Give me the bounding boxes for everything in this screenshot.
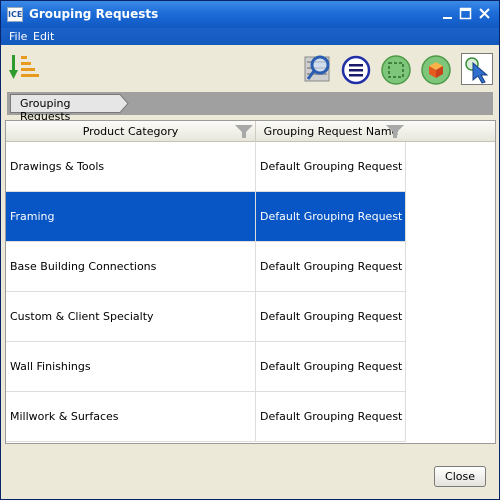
filter-icon[interactable] xyxy=(235,125,253,138)
minimize-icon[interactable] xyxy=(441,7,455,21)
cell-grouping-request-name: Default Grouping Request xyxy=(256,142,406,192)
close-button[interactable]: Close xyxy=(434,466,486,487)
cell-grouping-request-name: Default Grouping Request xyxy=(256,242,406,292)
cell-grouping-request-name: Default Grouping Request xyxy=(256,392,406,442)
pointer-select-icon[interactable] xyxy=(461,53,493,88)
close-icon[interactable] xyxy=(478,7,492,21)
cell-product-category: Framing xyxy=(6,192,256,242)
window-title: Grouping Requests xyxy=(29,7,159,21)
cell-product-category: Custom & Client Specialty xyxy=(6,292,256,342)
cell-product-category: Wall Finishings xyxy=(6,342,256,392)
table-row[interactable]: Millwork & Surfaces Default Grouping Requ… xyxy=(6,392,406,442)
cell-product-category: Drawings & Tools xyxy=(6,142,256,192)
app-icon: ICE xyxy=(7,7,23,22)
column-header-product-category[interactable]: Product Category xyxy=(6,121,256,142)
maximize-icon[interactable] xyxy=(459,7,473,21)
column-header-label: Grouping Request Name xyxy=(263,125,399,138)
table-header: Product Category Grouping Request Name xyxy=(6,121,495,142)
cell-product-category: Millwork & Surfaces xyxy=(6,392,256,442)
title-bar[interactable]: ICE Grouping Requests xyxy=(1,1,499,28)
menu-edit[interactable]: Edit xyxy=(33,30,54,43)
table-row[interactable]: Wall Finishings Default Grouping Request xyxy=(6,342,406,392)
table-row[interactable]: Custom & Client Specialty Default Groupin… xyxy=(6,292,406,342)
grouping-requests-window: ICE Grouping Requests File Edit Grouping… xyxy=(0,0,500,500)
toolbar xyxy=(1,45,499,93)
cell-grouping-request-name: Default Grouping Request xyxy=(256,292,406,342)
filter-icon[interactable] xyxy=(386,125,404,138)
menu-lines-icon[interactable] xyxy=(341,55,373,90)
table-row[interactable]: Drawings & Tools Default Grouping Request xyxy=(6,142,406,192)
cell-grouping-request-name: Default Grouping Request xyxy=(256,342,406,392)
table-row[interactable]: Framing Default Grouping Request xyxy=(6,192,406,242)
grouping-requests-table: Product Category Grouping Request Name D… xyxy=(5,120,496,444)
table-row[interactable]: Base Building Connections Default Groupin… xyxy=(6,242,406,292)
menu-file[interactable]: File xyxy=(9,30,27,43)
cube-icon[interactable] xyxy=(421,55,453,90)
cell-product-category: Base Building Connections xyxy=(6,242,256,292)
column-header-grouping-request-name[interactable]: Grouping Request Name xyxy=(256,121,406,142)
selection-frame-icon[interactable] xyxy=(381,55,413,90)
search-filter-icon[interactable] xyxy=(303,53,335,88)
cell-grouping-request-name: Default Grouping Request xyxy=(256,192,406,242)
breadcrumb: Grouping Requests xyxy=(7,92,493,123)
menu-bar: File Edit xyxy=(1,28,499,45)
sort-list-icon[interactable] xyxy=(9,54,41,87)
column-header-label: Product Category xyxy=(82,125,179,138)
